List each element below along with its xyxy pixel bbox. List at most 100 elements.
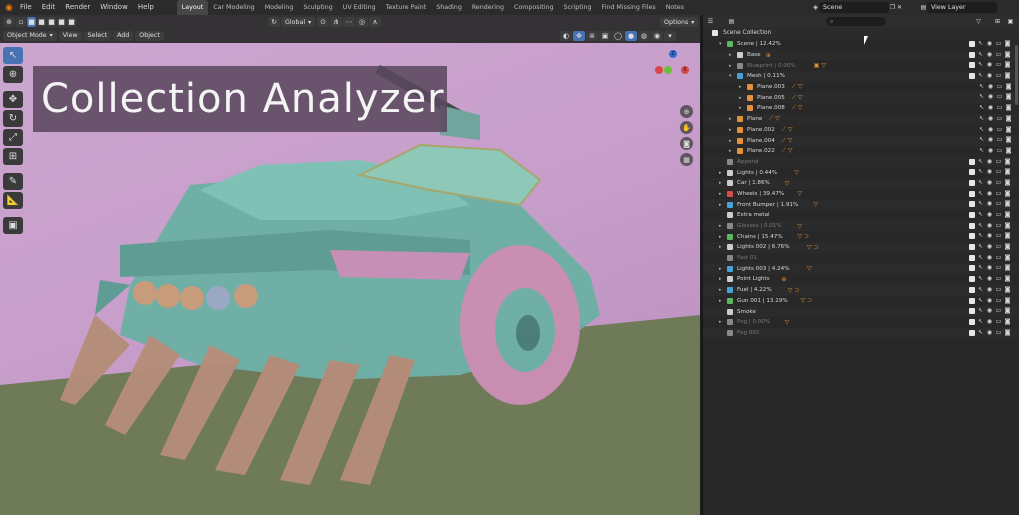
perspective-toggle-icon[interactable]: ▦	[680, 153, 693, 166]
select-mode-subtract-icon[interactable]: ■	[47, 17, 56, 27]
selectable-icon[interactable]: ↖	[977, 244, 984, 250]
display-mode-icon[interactable]: ▤	[728, 18, 735, 25]
outliner-row[interactable]: ▸ Lights 003 | 4.24% ▽ ↖ ◉ ▭ ◙	[703, 263, 1019, 275]
render-camera-icon[interactable]: ◙	[1004, 201, 1011, 207]
disable-viewport-icon[interactable]: ▭	[995, 51, 1002, 58]
selectable-icon[interactable]: ↖	[978, 147, 985, 154]
tab-notes[interactable]: Notes	[661, 0, 689, 15]
blender-logo-icon[interactable]: ◉	[3, 3, 15, 13]
outliner-root-row[interactable]: Scene Collection	[703, 28, 1019, 39]
hide-eye-icon[interactable]: ◉	[986, 222, 993, 229]
hide-eye-icon[interactable]: ◉	[986, 329, 993, 336]
render-camera-icon[interactable]: ◙	[1004, 190, 1011, 197]
selectable-icon[interactable]: ↖	[977, 190, 984, 197]
render-camera-icon[interactable]: ◙	[1005, 147, 1012, 154]
3d-viewport[interactable]: ⊕ ▫ ■ ■ ■ ■ ■ ↻ Global ⊙ ⋔ ⋯ ◎ ∧ Options…	[0, 15, 700, 515]
hide-eye-icon[interactable]: ◉	[986, 276, 993, 282]
collapsed-arrow-icon[interactable]: ▸	[719, 180, 725, 186]
hide-eye-icon[interactable]: ◉	[986, 254, 993, 261]
outliner-row[interactable]: ▸ Gun 001 | 13.19% ▽ ⊃ ↖ ◉ ▭ ◙	[703, 296, 1019, 307]
expanded-arrow-icon[interactable]: ▾	[729, 73, 735, 79]
exclude-checkbox-icon[interactable]	[969, 212, 975, 218]
outliner-row[interactable]: ▸ Point Lights ⊕ ↖ ◉ ▭ ◙	[703, 274, 1019, 285]
tab-shading[interactable]: Shading	[431, 0, 467, 15]
collapsed-arrow-icon[interactable]: ▸	[719, 223, 725, 229]
z-axis-icon[interactable]: Z	[669, 50, 677, 58]
collapsed-arrow-icon[interactable]: ▸	[719, 234, 725, 240]
snap-target-icon[interactable]: ⋯	[343, 17, 356, 27]
navigation-gizmo[interactable]: Z X	[650, 50, 695, 100]
selectable-icon[interactable]: ↖	[978, 105, 985, 111]
pan-hand-icon[interactable]: ✋	[680, 121, 693, 134]
hide-eye-icon[interactable]: ◉	[987, 94, 994, 100]
annotate-tool-icon[interactable]: ✎	[3, 173, 23, 190]
zoom-icon[interactable]: ⊕	[680, 105, 693, 118]
collapsed-arrow-icon[interactable]: ▸	[719, 191, 725, 197]
render-camera-icon[interactable]: ◙	[1004, 308, 1011, 314]
editor-type-icon[interactable]: ⊕	[3, 17, 15, 27]
disable-viewport-icon[interactable]: ▭	[995, 286, 1002, 293]
render-camera-icon[interactable]: ◙	[1004, 329, 1011, 336]
disable-viewport-icon[interactable]: ▭	[995, 201, 1002, 207]
collapsed-arrow-icon[interactable]: ▸	[729, 116, 735, 122]
measure-tool-icon[interactable]: 📐	[3, 192, 23, 209]
selectable-icon[interactable]: ↖	[978, 137, 985, 143]
select-mode-invert-icon[interactable]: ■	[57, 17, 66, 27]
hide-eye-icon[interactable]: ◉	[986, 169, 993, 175]
hide-eye-icon[interactable]: ◉	[986, 318, 993, 325]
selectable-icon[interactable]: ↖	[977, 233, 984, 239]
render-camera-icon[interactable]: ◙	[1004, 254, 1011, 261]
render-camera-icon[interactable]: ◙	[1004, 212, 1011, 218]
exclude-checkbox-icon[interactable]	[969, 308, 975, 315]
disable-viewport-icon[interactable]: ▭	[996, 83, 1003, 90]
hide-eye-icon[interactable]: ◉	[986, 179, 993, 186]
disable-viewport-icon[interactable]: ▭	[995, 329, 1002, 336]
collapsed-arrow-icon[interactable]: ▸	[739, 84, 745, 90]
tab-scripting[interactable]: Scripting	[558, 0, 596, 15]
collapsed-arrow-icon[interactable]: ▸	[729, 52, 735, 58]
menu-render[interactable]: Render	[60, 0, 95, 15]
outliner-row[interactable]: ▸ Blueprint | 0.00% ▣ ▽ ↖ ◉ ▭ ◙	[703, 60, 1019, 71]
tab-texture-paint[interactable]: Texture Paint	[381, 0, 432, 15]
render-camera-icon[interactable]: ◙	[1004, 233, 1011, 239]
render-camera-icon[interactable]: ◙	[1004, 297, 1011, 304]
render-camera-icon[interactable]: ◙	[1005, 94, 1012, 100]
scene-field[interactable]: Scene	[819, 2, 889, 13]
disable-viewport-icon[interactable]: ▭	[995, 276, 1002, 282]
new-collection-icon[interactable]: ⊞	[994, 18, 1001, 25]
hide-eye-icon[interactable]: ◉	[986, 244, 993, 250]
outliner-row[interactable]: ▸ Plane.002 ⟋ ▽ ↖ ◉ ▭ ◙	[703, 125, 1019, 136]
hide-eye-icon[interactable]: ◉	[986, 265, 993, 271]
snap-icon[interactable]: ⋔	[330, 17, 343, 27]
scale-tool-icon[interactable]: ⤢	[3, 129, 23, 146]
outliner-row[interactable]: ▸ Car | 1.86% ▽ ↖ ◉ ▭ ◙	[703, 177, 1019, 189]
hide-eye-icon[interactable]: ◉	[986, 201, 993, 207]
exclude-checkbox-icon[interactable]	[969, 297, 975, 304]
render-camera-icon[interactable]: ◙	[1004, 244, 1011, 250]
outliner-row[interactable]: ▸ Plane.008 ⟋ ▽ ↖ ◉ ▭ ◙	[703, 103, 1019, 114]
outliner-row[interactable]: ▸ Plane ⟋ ▽ ↖ ◉ ▭ ◙	[703, 113, 1019, 125]
viewport-menu-select[interactable]: Select	[83, 30, 112, 41]
selectable-icon[interactable]: ↖	[977, 51, 984, 58]
collapsed-arrow-icon[interactable]: ▸	[719, 266, 725, 272]
collapsed-arrow-icon[interactable]: ▸	[729, 63, 735, 69]
hide-eye-icon[interactable]: ◉	[986, 297, 993, 304]
select-tool-icon[interactable]: ↖	[3, 47, 23, 64]
exclude-checkbox-icon[interactable]	[969, 254, 975, 261]
hide-eye-icon[interactable]: ◉	[986, 212, 993, 218]
disable-viewport-icon[interactable]: ▭	[996, 105, 1003, 111]
hide-eye-icon[interactable]: ◉	[986, 158, 993, 165]
camera-view-icon[interactable]: ◙	[680, 137, 693, 150]
selectable-icon[interactable]: ↖	[977, 318, 984, 325]
exclude-checkbox-icon[interactable]	[969, 222, 975, 229]
outliner-row[interactable]: ▸ Front Bumper | 1.91% ▽ ↖ ◉ ▭ ◙	[703, 199, 1019, 210]
hide-eye-icon[interactable]: ◉	[987, 105, 994, 111]
render-camera-icon[interactable]: ◙	[1004, 51, 1011, 58]
render-camera-icon[interactable]: ◙	[1005, 115, 1012, 122]
tab-find-missing-files[interactable]: Find Missing Files	[597, 0, 661, 15]
solid-shading-icon[interactable]: ●	[625, 30, 637, 41]
disable-viewport-icon[interactable]: ▭	[996, 137, 1003, 143]
collapsed-arrow-icon[interactable]: ▸	[729, 148, 735, 154]
outliner-row[interactable]: Smoke ↖ ◉ ▭ ◙	[703, 306, 1019, 317]
select-mode-intersect-icon[interactable]: ■	[67, 17, 76, 27]
